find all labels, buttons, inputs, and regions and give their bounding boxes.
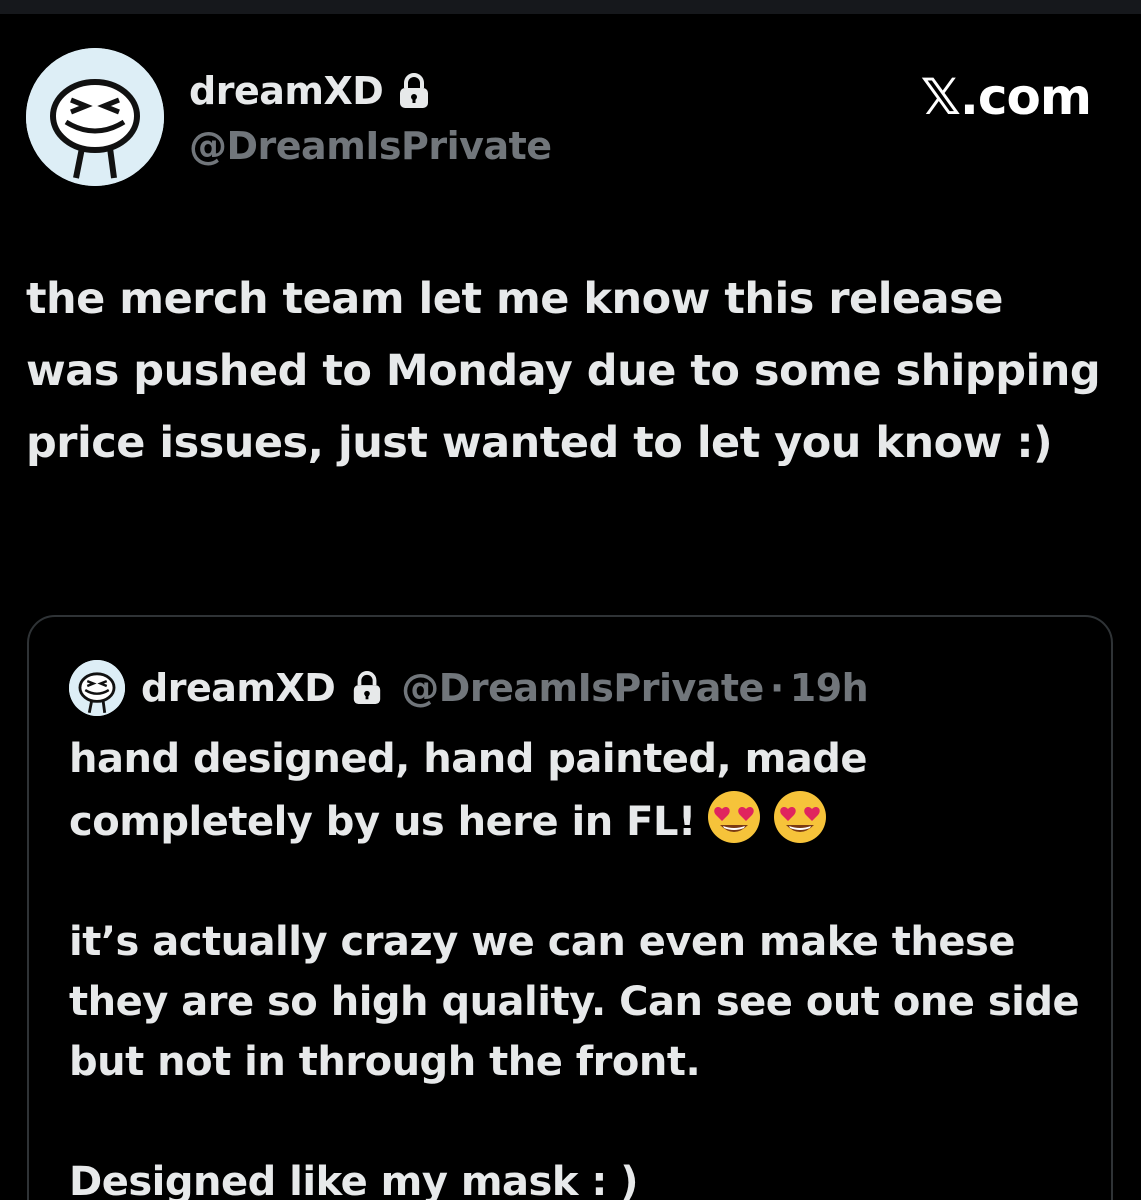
author-name-row: dreamXD [189, 66, 431, 116]
lock-icon [354, 671, 381, 704]
heart-eyes-emoji-icon [772, 789, 828, 845]
x-com-watermark: 𝕏.com [920, 68, 1092, 126]
quoted-tweet-timestamp[interactable]: 19h [790, 666, 869, 710]
heart-eyes-emoji-icon [706, 789, 762, 845]
quoted-tweet-card[interactable]: dreamXD @DreamIsPrivate · 19h hand desig… [27, 615, 1113, 1200]
quoted-tweet-header: dreamXD @DreamIsPrivate · 19h [69, 660, 869, 716]
quoted-paragraph-3: Designed like my mask : ) [69, 1159, 639, 1200]
separator-dot: · [769, 666, 784, 710]
quoted-paragraph-1: hand designed, hand painted, made comple… [69, 729, 1089, 852]
dream-smiley-icon [69, 660, 125, 716]
quoted-author-display-name[interactable]: dreamXD [141, 666, 336, 710]
author-display-name[interactable]: dreamXD [189, 69, 384, 113]
quoted-tweet-body: hand designed, hand painted, made comple… [69, 729, 1089, 1200]
author-avatar[interactable] [26, 48, 164, 186]
quoted-paragraph-2: it’s actually crazy we can even make the… [69, 919, 1080, 1085]
lock-icon [400, 73, 429, 108]
quoted-author-handle[interactable]: @DreamIsPrivate [401, 666, 764, 710]
quoted-author-avatar[interactable] [69, 660, 125, 716]
author-handle[interactable]: @DreamIsPrivate [189, 124, 552, 168]
tweet-text: the merch team let me know this release … [26, 274, 1101, 468]
top-status-bar [0, 0, 1141, 14]
dream-smiley-icon [26, 48, 164, 186]
